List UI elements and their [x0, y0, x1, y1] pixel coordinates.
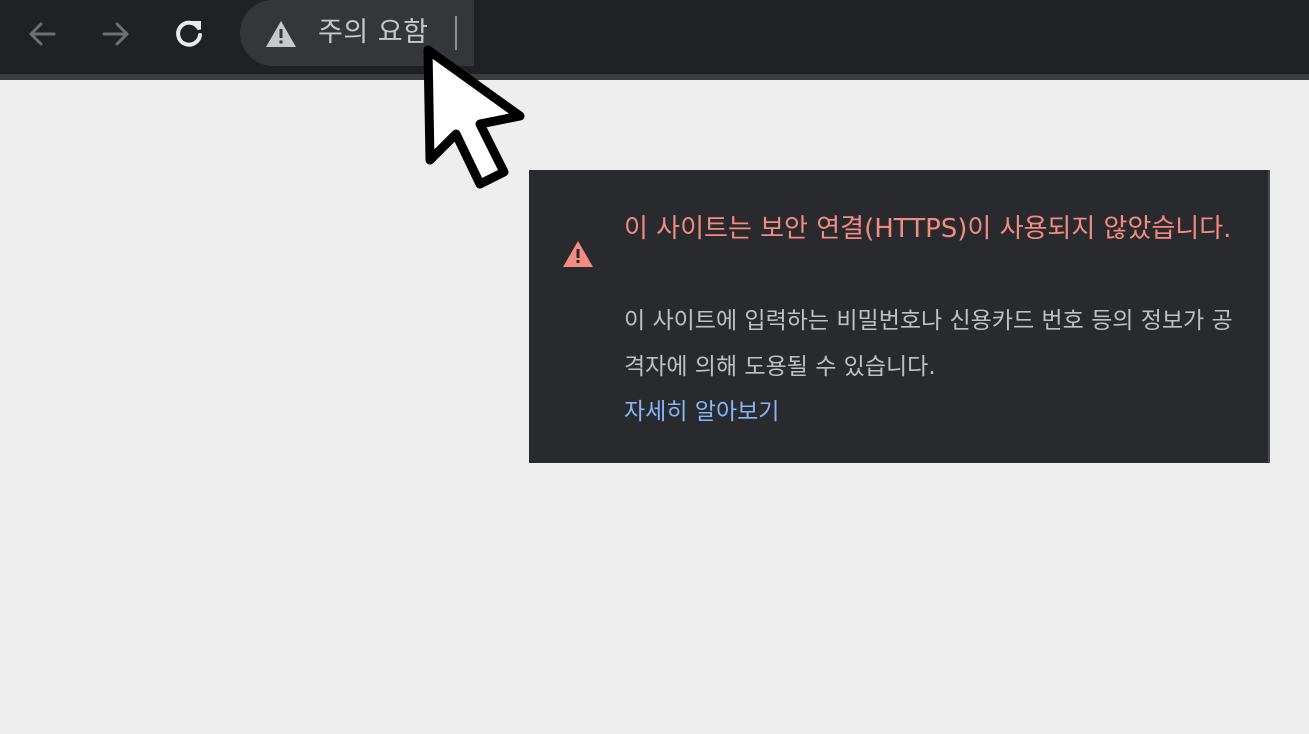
reload-icon [176, 20, 202, 47]
toolbar-right-area [474, 0, 1309, 74]
forward-button[interactable] [94, 12, 138, 56]
popup-title: 이 사이트는 보안 연결(HTTPS)이 사용되지 않았습니다. [624, 214, 1232, 244]
arrow-left-icon [29, 22, 56, 46]
mouse-cursor-icon [423, 45, 525, 189]
security-info-popup: 이 사이트는 보안 연결(HTTPS)이 사용되지 않았습니다. 이 사이트에 … [529, 170, 1270, 463]
learn-more-link[interactable]: 자세히 알아보기 [624, 392, 779, 432]
reload-button[interactable] [167, 12, 211, 56]
warning-triangle-icon [563, 241, 593, 267]
arrow-right-icon [102, 22, 129, 46]
popup-description: 이 사이트에 입력하는 비밀번호나 신용카드 번호 등의 정보가 공격자에 의해… [624, 308, 1233, 380]
security-chip-label[interactable]: 주의 요함 [318, 13, 428, 53]
back-button[interactable] [20, 12, 64, 56]
warning-triangle-icon[interactable] [264, 19, 298, 49]
toolbar-border [0, 74, 1309, 80]
